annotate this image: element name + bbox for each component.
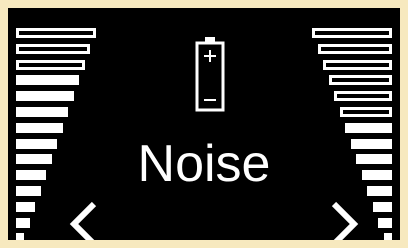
right-meter-segment-10-lit [362,170,392,180]
right-meter-segment-7-lit [345,123,392,133]
chevron-right-icon [331,201,359,240]
right-meter-segment-11-lit [367,186,392,196]
right-meter-segment-3-empty [323,60,392,70]
device-screen: Noise [8,8,400,240]
mode-label: Noise [137,135,271,193]
next-mode-button[interactable] [326,200,362,240]
right-meter-segment-12-lit [373,202,392,212]
right-meter-segment-1-empty [312,28,392,38]
previous-mode-button[interactable] [66,200,102,240]
right-meter-segment-6-empty [340,107,392,117]
right-meter-segment-4-empty [329,75,392,85]
battery-icon [194,36,226,112]
right-meter-segment-5-empty [334,91,392,101]
chevron-left-icon [69,201,97,240]
right-meter-segment-8-lit [351,139,392,149]
right-meter-segment-9-lit [356,154,392,164]
right-meter-segment-13-lit [378,218,392,228]
right-meter-segment-2-empty [318,44,392,54]
right-meter-segment-14-lit [384,233,392,240]
